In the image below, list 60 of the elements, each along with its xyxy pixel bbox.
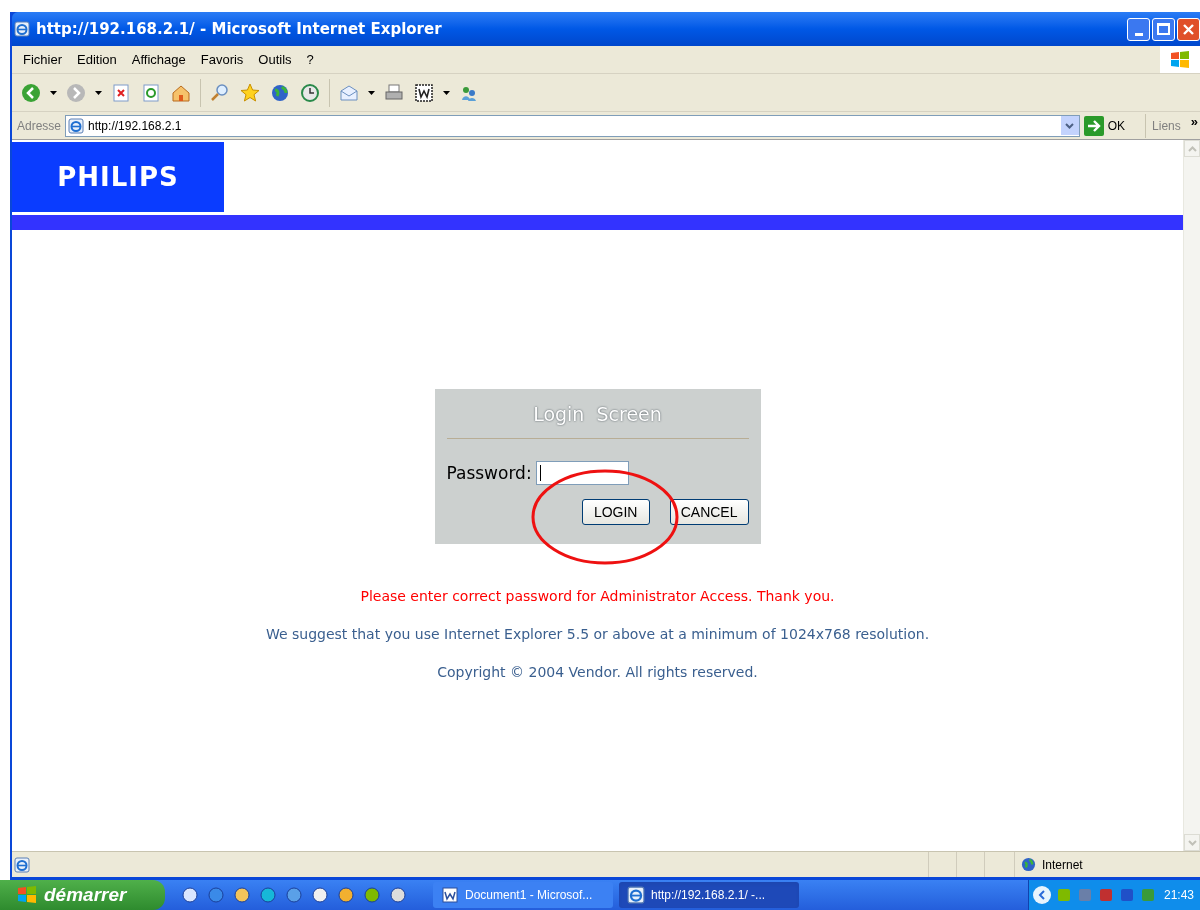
zone-label: Internet — [1042, 856, 1083, 874]
address-field[interactable]: http://192.168.2.1 — [65, 114, 1080, 137]
quick-launch-icon[interactable] — [337, 886, 355, 904]
arrow-right-icon — [1083, 115, 1104, 136]
menu-item[interactable]: Outils — [251, 49, 299, 70]
address-label: Adresse — [16, 117, 63, 135]
caret-icon[interactable] — [95, 90, 102, 95]
taskbar-button[interactable]: Document1 - Microsof... — [433, 882, 613, 908]
menu-item[interactable]: ? — [299, 49, 321, 70]
windows-logo-icon — [16, 885, 38, 905]
notice-text: Please enter correct password for Administrator Access. Thank you. — [360, 587, 835, 606]
maximize-button[interactable] — [1152, 17, 1175, 41]
form-button[interactable]: LOGIN — [581, 499, 650, 525]
page-icon — [68, 117, 85, 134]
caret-icon[interactable] — [443, 90, 450, 95]
password-label: Password: — [446, 461, 532, 485]
dropdown-button[interactable] — [1060, 116, 1079, 135]
refresh-icon[interactable] — [140, 81, 162, 104]
quick-launch-icon[interactable] — [181, 886, 199, 904]
history-icon[interactable] — [299, 81, 321, 104]
minimize-button[interactable] — [1127, 17, 1150, 41]
chevron-left-icon[interactable] — [1033, 886, 1051, 904]
password-field[interactable] — [535, 461, 629, 486]
stop-icon[interactable] — [110, 81, 132, 104]
form-button[interactable]: CANCEL — [669, 499, 749, 525]
windows-logo-icon — [1169, 48, 1191, 71]
browser-icon — [14, 21, 30, 37]
menu-item[interactable]: Affichage — [124, 49, 193, 70]
menu-item[interactable]: Fichier — [16, 49, 69, 70]
quick-launch-icon[interactable] — [363, 886, 381, 904]
forward-icon[interactable] — [65, 81, 87, 104]
quick-launch-icon[interactable] — [389, 886, 407, 904]
back-icon[interactable] — [20, 81, 42, 104]
tray-icon[interactable] — [1119, 887, 1135, 903]
quick-launch-icon[interactable] — [259, 886, 277, 904]
chevron-down-icon — [1065, 122, 1075, 129]
close-icon — [1182, 22, 1195, 36]
document-icon — [441, 886, 459, 904]
tray-icon[interactable] — [1098, 887, 1114, 903]
page-icon — [14, 856, 30, 873]
taskbar-button[interactable]: http://192.168.2.1/ -... — [619, 882, 799, 908]
quick-launch-icon[interactable] — [285, 886, 303, 904]
caret-icon[interactable] — [368, 90, 375, 95]
clock: 21:43 — [1163, 887, 1195, 904]
quick-launch-icon[interactable] — [311, 886, 329, 904]
word-icon[interactable] — [413, 81, 435, 104]
close-button[interactable] — [1177, 17, 1200, 41]
quick-launch-icon[interactable] — [233, 886, 251, 904]
menu-item[interactable]: Favoris — [193, 49, 251, 70]
browser-icon — [627, 886, 645, 904]
caret-icon[interactable] — [50, 90, 57, 95]
globe-icon — [1021, 857, 1036, 872]
star-icon[interactable] — [239, 81, 261, 104]
notice-text: Copyright © 2004 Vendor. All rights reserved. — [437, 663, 758, 682]
window-title: http://192.168.2.1/ - Microsoft Internet Explorer — [36, 18, 442, 40]
more-chevron[interactable]: » — [1180, 112, 1200, 132]
menu-item[interactable]: Edition — [70, 49, 124, 70]
notice-text: We suggest that you use Internet Explorer 5.5 or above at a minimum of 1024x768 resolution. — [265, 625, 930, 644]
logo: PHILIPS — [57, 160, 179, 194]
go-button[interactable]: OK — [1079, 115, 1130, 136]
